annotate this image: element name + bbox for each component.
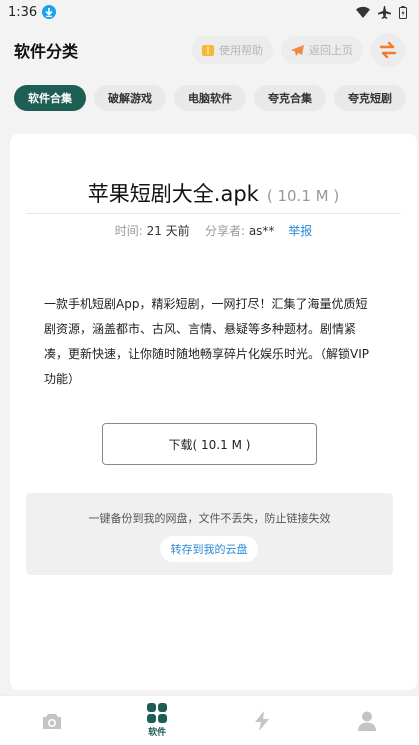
nav-item-camera[interactable]: [22, 696, 82, 745]
tab-cracked-games[interactable]: 破解游戏: [94, 85, 166, 111]
grid-icon: [147, 703, 168, 723]
page-title: 软件分类: [14, 42, 79, 61]
book-icon: [202, 44, 214, 56]
save-to-cloud-button[interactable]: 转存到我的云盘: [160, 536, 258, 562]
wifi-icon: [356, 6, 370, 18]
file-description: 一款手机短剧App，精彩短剧，一网打尽！汇集了海量优质短剧资源，涵盖都市、古风、…: [44, 297, 369, 386]
bottom-nav: 软件: [0, 695, 419, 745]
nav-item-software[interactable]: 软件: [127, 696, 187, 745]
status-bar: 1:36: [0, 0, 419, 24]
sharer-label: 分享者:: [204, 224, 245, 238]
time-label: 时间:: [114, 224, 143, 238]
time-value: 21 天前: [146, 224, 190, 238]
download-button[interactable]: 下载( 10.1 M ): [102, 423, 317, 465]
divider: [26, 213, 401, 214]
nav-item-software-label: 软件: [148, 728, 167, 738]
send-icon: [291, 44, 304, 56]
help-button[interactable]: 使用帮助: [192, 36, 273, 64]
file-size: ( 10.1 M ): [266, 187, 340, 205]
user-icon: [357, 711, 376, 731]
file-name: 苹果短剧大全.apk: [87, 182, 259, 206]
help-button-label: 使用帮助: [219, 44, 263, 57]
backup-box: 一键备份到我的网盘，文件不丢失，防止链接失效 转存到我的云盘: [26, 493, 393, 575]
lightning-icon: [254, 710, 269, 731]
nav-item-lightning[interactable]: [232, 696, 292, 745]
back-button[interactable]: 返回上页: [281, 36, 363, 64]
status-right: [356, 5, 407, 19]
header: 软件分类 使用帮助 返回上页: [0, 28, 419, 72]
report-link[interactable]: 举报: [288, 224, 312, 238]
file-meta: 时间: 21 天前 分享者: as** 举报: [10, 222, 417, 239]
tab-pc-software[interactable]: 电脑软件: [174, 85, 246, 111]
tab-quark-collection[interactable]: 夸克合集: [254, 85, 326, 111]
file-detail-card: 苹果短剧大全.apk ( 10.1 M ) 时间: 21 天前 分享者: as**…: [10, 134, 417, 690]
back-button-label: 返回上页: [309, 44, 353, 57]
status-time: 1:36: [8, 4, 38, 20]
airplane-icon: [378, 5, 391, 19]
download-notification-icon: [42, 5, 57, 19]
battery-icon: [399, 5, 407, 19]
swap-icon: [379, 41, 397, 59]
tab-quark-short-drama[interactable]: 夸克短剧: [334, 85, 406, 111]
swap-button[interactable]: [371, 33, 405, 67]
category-tabs: 软件合集 破解游戏 电脑软件 夸克合集 夸克短剧: [0, 84, 419, 112]
file-title-row: 苹果短剧大全.apk ( 10.1 M ): [10, 178, 417, 208]
sharer-value: as**: [248, 224, 275, 238]
tab-software-collection[interactable]: 软件合集: [14, 85, 86, 111]
status-left: 1:36: [8, 4, 57, 20]
camera-icon: [43, 713, 62, 729]
backup-text: 一键备份到我的网盘，文件不丢失，防止链接失效: [88, 512, 331, 525]
nav-item-profile[interactable]: [337, 696, 397, 745]
